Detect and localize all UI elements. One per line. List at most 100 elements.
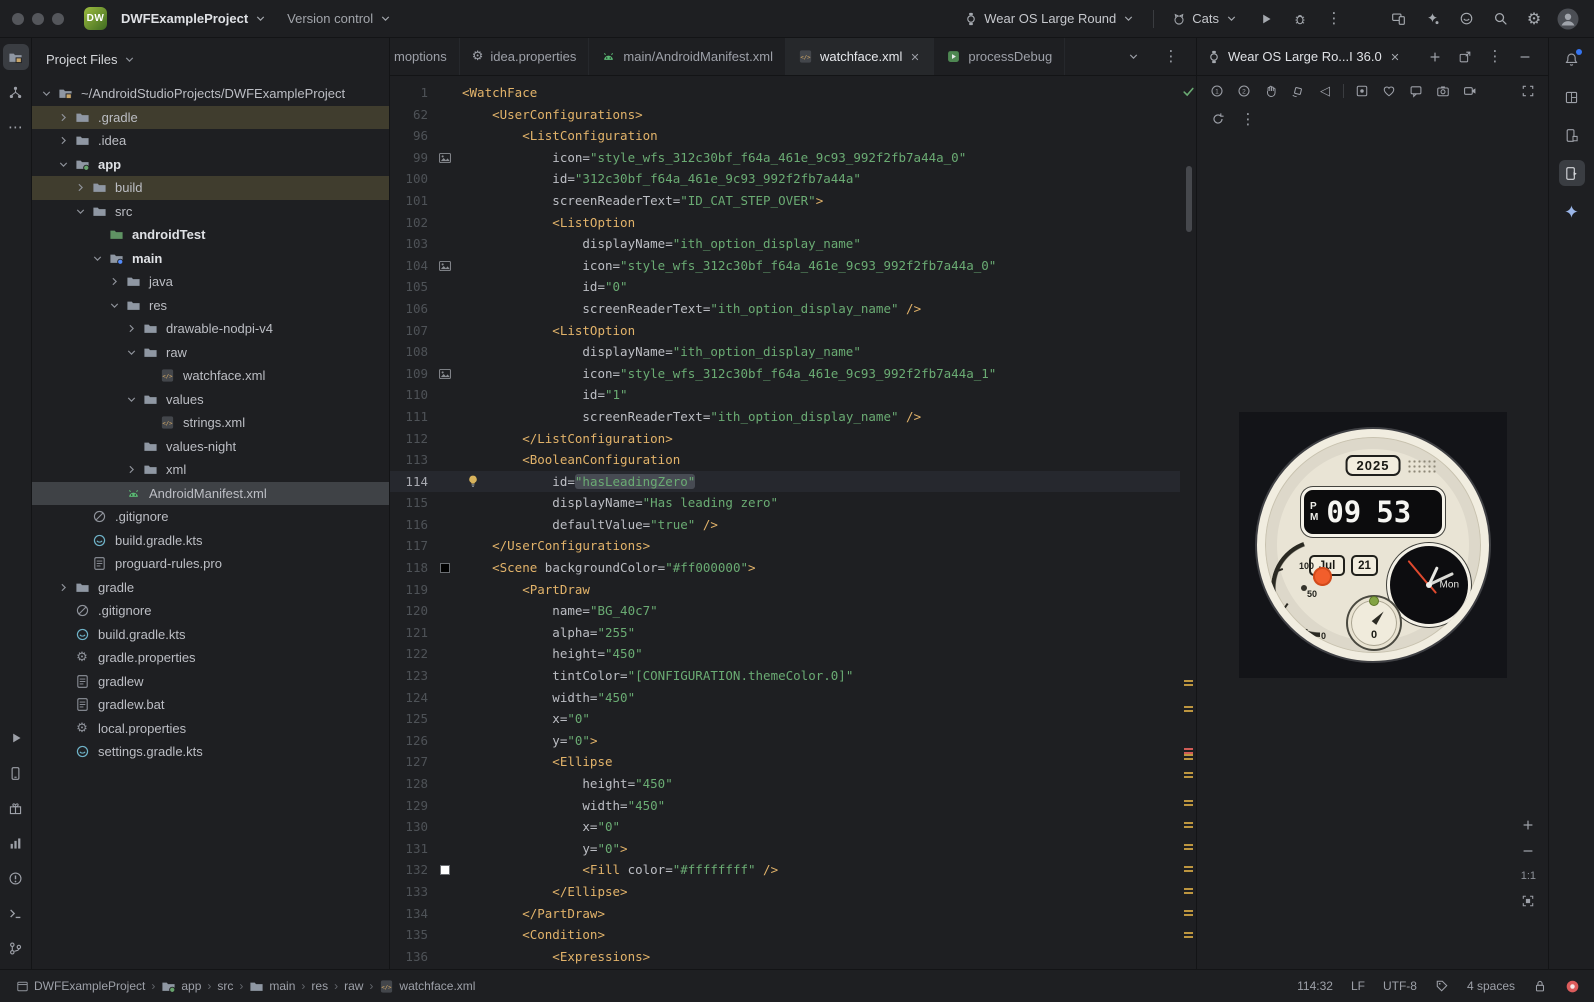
add-tab-icon[interactable] bbox=[1422, 44, 1448, 70]
breadcrumb-item[interactable]: res bbox=[309, 979, 330, 993]
tree-item-gitignore[interactable]: .gitignore bbox=[32, 599, 389, 623]
breadcrumb-item[interactable]: </> watchface.xml bbox=[377, 979, 477, 994]
warning-stripe-mark[interactable] bbox=[1184, 800, 1193, 806]
version-control-icon[interactable] bbox=[3, 935, 29, 961]
tree-item-gradle-properties[interactable]: ⚙ gradle.properties bbox=[32, 646, 389, 670]
chevron-down-icon[interactable] bbox=[72, 205, 89, 218]
tilt-icon[interactable] bbox=[1286, 79, 1310, 103]
camera-icon[interactable] bbox=[1431, 79, 1455, 103]
code-line-124[interactable]: 124 width="450" bbox=[390, 687, 1180, 709]
error-stripe[interactable] bbox=[1180, 76, 1196, 969]
tree-item-gradlew[interactable]: gradlew bbox=[32, 670, 389, 694]
indent-size[interactable]: 4 spaces bbox=[1467, 979, 1515, 993]
project-view-selector[interactable]: Project Files bbox=[32, 38, 389, 80]
warning-stripe-mark[interactable] bbox=[1184, 680, 1193, 686]
code-line-116[interactable]: 116 defaultValue="true" /> bbox=[390, 514, 1180, 536]
user-avatar-icon[interactable] bbox=[1554, 5, 1582, 33]
warning-stripe-mark[interactable] bbox=[1184, 866, 1193, 872]
chevron-down-icon[interactable] bbox=[106, 299, 123, 312]
palm-icon[interactable] bbox=[1259, 79, 1283, 103]
breadcrumb-item[interactable]: raw bbox=[342, 979, 365, 993]
tree-item-app[interactable]: app bbox=[32, 153, 389, 177]
profiler-icon[interactable] bbox=[3, 830, 29, 856]
close-icon[interactable] bbox=[909, 51, 921, 63]
code-line-127[interactable]: 127 <Ellipse bbox=[390, 751, 1180, 773]
more-horizontal-icon[interactable]: ⋯ bbox=[3, 114, 29, 140]
back-icon[interactable]: ◁ bbox=[1313, 79, 1337, 103]
run-icon[interactable] bbox=[1252, 5, 1280, 33]
code-line-126[interactable]: 126 y="0"> bbox=[390, 730, 1180, 752]
code-line-129[interactable]: 129 width="450" bbox=[390, 795, 1180, 817]
code-line-118[interactable]: 118 <Scene backgroundColor="#ff000000"> bbox=[390, 557, 1180, 579]
settings-icon[interactable]: ⚙ bbox=[1520, 5, 1548, 33]
code-line-134[interactable]: 134 </PartDraw> bbox=[390, 903, 1180, 925]
code-line-107[interactable]: 107 <ListOption bbox=[390, 320, 1180, 342]
tree-item-watchface-xml[interactable]: </> watchface.xml bbox=[32, 364, 389, 388]
layout-inspector-icon[interactable] bbox=[1559, 84, 1585, 110]
device-tab[interactable]: Wear OS Large Ro...I 36.0 bbox=[1207, 49, 1401, 64]
chevron-right-icon[interactable] bbox=[123, 463, 140, 476]
device-selector[interactable]: Wear OS Large Round bbox=[958, 7, 1141, 30]
ai-assistant-icon[interactable] bbox=[1418, 5, 1446, 33]
tree-item-xml[interactable]: xml bbox=[32, 458, 389, 482]
tree-item-build[interactable]: build bbox=[32, 176, 389, 200]
code-line-122[interactable]: 122 height="450" bbox=[390, 643, 1180, 665]
running-devices-icon[interactable] bbox=[1558, 160, 1585, 186]
code-line-128[interactable]: 128 height="450" bbox=[390, 773, 1180, 795]
warning-stripe-mark[interactable] bbox=[1184, 888, 1193, 894]
warning-stripe-mark[interactable] bbox=[1184, 910, 1193, 916]
search-icon[interactable] bbox=[1486, 5, 1514, 33]
tree-item-java[interactable]: java bbox=[32, 270, 389, 294]
code-line-131[interactable]: 131 y="0"> bbox=[390, 838, 1180, 860]
project-folder-icon[interactable] bbox=[2, 44, 29, 70]
tree-item-local-properties[interactable]: ⚙ local.properties bbox=[32, 717, 389, 741]
tree-item-values[interactable]: values bbox=[32, 388, 389, 412]
code-line-135[interactable]: 135 <Condition> bbox=[390, 924, 1180, 946]
chevron-down-icon[interactable] bbox=[89, 252, 106, 265]
tab-idea-properties[interactable]: ⚙ idea.properties bbox=[460, 38, 590, 75]
record-icon[interactable] bbox=[1458, 79, 1482, 103]
chevron-right-icon[interactable] bbox=[55, 134, 72, 147]
structure-icon[interactable] bbox=[3, 79, 29, 105]
line-separator[interactable]: LF bbox=[1351, 979, 1365, 993]
code-line-133[interactable]: 133 </Ellipse> bbox=[390, 881, 1180, 903]
inspections-ok-icon[interactable] bbox=[1180, 84, 1196, 99]
code-line-111[interactable]: 111 screenReaderText="ith_option_display… bbox=[390, 406, 1180, 428]
tree-item-values-night[interactable]: values-night bbox=[32, 435, 389, 459]
code-line-102[interactable]: 102 <ListOption bbox=[390, 212, 1180, 234]
code-line-106[interactable]: 106 screenReaderText="ith_option_display… bbox=[390, 298, 1180, 320]
gemini-icon[interactable] bbox=[1559, 198, 1585, 224]
more-vertical-icon[interactable]: ⋮ bbox=[1482, 44, 1508, 70]
scrollbar-thumb[interactable] bbox=[1186, 166, 1192, 232]
tree-item-drawable-nodpi-v4[interactable]: drawable-nodpi-v4 bbox=[32, 317, 389, 341]
device-mirror-icon[interactable] bbox=[1384, 5, 1412, 33]
code-line-115[interactable]: 115 displayName="Has leading zero" bbox=[390, 492, 1180, 514]
tree-item-androidstudioprojects-dwfexampleproject[interactable]: ~/AndroidStudioProjects/DWFExampleProjec… bbox=[32, 82, 389, 106]
code-line-132[interactable]: 132 <Fill color="#ffffffff" /> bbox=[390, 859, 1180, 881]
code-line-113[interactable]: 113 <BooleanConfiguration bbox=[390, 449, 1180, 471]
tree-item-gradlew-bat[interactable]: gradlew.bat bbox=[32, 693, 389, 717]
open-in-window-icon[interactable] bbox=[1452, 44, 1478, 70]
lightbulb-icon[interactable] bbox=[466, 474, 480, 488]
terminal-icon[interactable] bbox=[3, 900, 29, 926]
chevron-down-icon[interactable] bbox=[1120, 44, 1146, 70]
swatch-black-icon[interactable] bbox=[432, 557, 458, 579]
close-window-button[interactable] bbox=[12, 12, 24, 25]
code-line-123[interactable]: 123 tintColor="[CONFIGURATION.themeColor… bbox=[390, 665, 1180, 687]
caret-position[interactable]: 114:32 bbox=[1297, 979, 1333, 993]
tree-item-src[interactable]: src bbox=[32, 200, 389, 224]
warning-stripe-mark[interactable] bbox=[1184, 754, 1193, 760]
warning-stripe-mark[interactable] bbox=[1184, 706, 1193, 712]
button-1-icon[interactable]: 1 bbox=[1205, 79, 1229, 103]
breadcrumb-item[interactable]: app bbox=[159, 979, 203, 994]
tree-item-androidtest[interactable]: androidTest bbox=[32, 223, 389, 247]
code-line-100[interactable]: 100 id="312c30bf_f64a_461e_9c93_992f2fb7… bbox=[390, 168, 1180, 190]
zoom-out-icon[interactable] bbox=[1521, 844, 1535, 858]
warning-stripe-mark[interactable] bbox=[1184, 772, 1193, 778]
close-icon[interactable] bbox=[1389, 51, 1401, 63]
heart-rate-icon[interactable] bbox=[1377, 79, 1401, 103]
code-line-120[interactable]: 120 name="BG_40c7" bbox=[390, 600, 1180, 622]
code-line-136[interactable]: 136 <Expressions> bbox=[390, 946, 1180, 968]
code-line-1[interactable]: 1 <WatchFace bbox=[390, 82, 1180, 104]
code-line-96[interactable]: 96 <ListConfiguration bbox=[390, 125, 1180, 147]
